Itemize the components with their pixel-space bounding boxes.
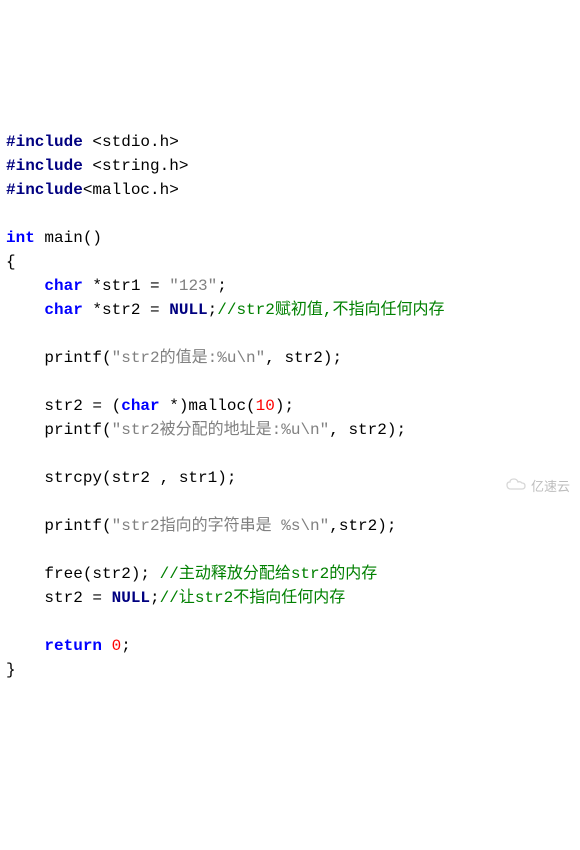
semicolon: ; — [208, 301, 218, 319]
keyword-char: char — [44, 301, 82, 319]
close-malloc: ); — [275, 397, 294, 415]
brace-close: } — [6, 661, 16, 679]
number-literal: 0 — [112, 637, 122, 655]
string-literal: "str2的值是:%u\n" — [112, 349, 266, 367]
code-block: #include <stdio.h> #include <string.h> #… — [6, 106, 574, 682]
args: , str2); — [265, 349, 342, 367]
assign-str2: str2 = ( — [44, 397, 121, 415]
assign-null: str2 = — [44, 589, 111, 607]
space — [102, 637, 112, 655]
call-printf: printf( — [44, 517, 111, 535]
semicolon: ; — [150, 589, 160, 607]
comment-free: //主动释放分配给str2的内存 — [160, 565, 378, 583]
call-printf: printf( — [44, 421, 111, 439]
comment-init: //str2赋初值,不指向任何内存 — [217, 301, 444, 319]
keyword-include: #include — [6, 157, 83, 175]
string-literal: "str2被分配的地址是:%u\n" — [112, 421, 330, 439]
keyword-include: #include — [6, 181, 83, 199]
brace-open: { — [6, 253, 16, 271]
keyword-null: NULL — [112, 589, 150, 607]
decl-str1: *str1 = — [83, 277, 169, 295]
fn-main: main() — [44, 229, 102, 247]
keyword-null: NULL — [169, 301, 207, 319]
semicolon: ; — [121, 637, 131, 655]
header-string: <string.h> — [92, 157, 188, 175]
call-printf: printf( — [44, 349, 111, 367]
header-stdio: <stdio.h> — [92, 133, 178, 151]
cloud-icon — [491, 458, 527, 517]
string-literal: "123" — [169, 277, 217, 295]
string-literal: "str2指向的字符串是 %s\n" — [112, 517, 330, 535]
header-malloc: <malloc.h> — [83, 181, 179, 199]
keyword-char: char — [121, 397, 159, 415]
keyword-int: int — [6, 229, 35, 247]
watermark: 亿速云 — [491, 458, 570, 517]
args: ,str2); — [329, 517, 396, 535]
comment-null: //让str2不指向任何内存 — [160, 589, 346, 607]
call-strcpy: strcpy(str2 , str1); — [44, 469, 236, 487]
keyword-return: return — [44, 637, 102, 655]
keyword-char: char — [44, 277, 82, 295]
keyword-include: #include — [6, 133, 83, 151]
args: , str2); — [329, 421, 406, 439]
call-free: free(str2); — [44, 565, 159, 583]
number-literal: 10 — [256, 397, 275, 415]
cast-malloc: *)malloc( — [160, 397, 256, 415]
decl-str2: *str2 = — [83, 301, 169, 319]
watermark-text: 亿速云 — [531, 477, 570, 497]
semicolon: ; — [217, 277, 227, 295]
